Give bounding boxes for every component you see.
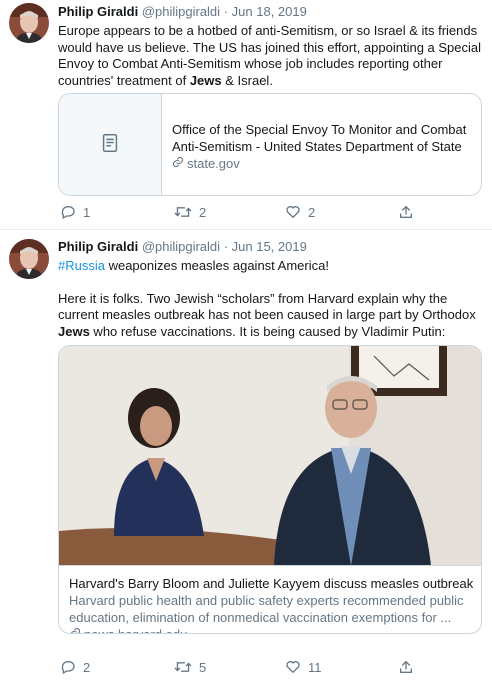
card-domain-text: news.harvard.edu bbox=[84, 626, 187, 633]
card-image bbox=[59, 346, 481, 566]
like-count: 2 bbox=[308, 204, 316, 220]
tweet-text: #Russia weaponizes measles against Ameri… bbox=[58, 258, 482, 340]
tweet-date[interactable]: Jun 18, 2019 bbox=[232, 4, 307, 19]
reply-count: 1 bbox=[83, 204, 91, 220]
bold-keyword: Jews bbox=[189, 72, 222, 88]
like-count: 11 bbox=[308, 659, 322, 675]
heart-icon bbox=[285, 204, 301, 220]
card-domain: state.gov bbox=[172, 155, 472, 172]
reply-icon bbox=[60, 659, 76, 675]
link-card[interactable]: Harvard's Barry Bloom and Juliette Kayye… bbox=[58, 345, 482, 634]
link-card[interactable]: Office of the Special Envoy To Monitor a… bbox=[58, 93, 482, 196]
tweet-text-part: & Israel. bbox=[221, 72, 273, 88]
tweet-actions: 2 5 11 bbox=[58, 659, 418, 679]
tweet-date[interactable]: Jun 15, 2019 bbox=[232, 239, 307, 254]
card-domain: news.harvard.edu bbox=[69, 626, 474, 633]
author-handle[interactable]: @philipgiraldi bbox=[142, 239, 220, 254]
tweet-text-part: weaponizes measles against America! bbox=[104, 258, 329, 273]
reply-icon bbox=[60, 204, 76, 220]
reply-button[interactable]: 1 bbox=[60, 204, 90, 220]
link-icon bbox=[172, 155, 184, 172]
tweet-header: Philip Giraldi @philipgiraldi · Jun 15, … bbox=[58, 239, 307, 254]
tweet-text-part: Here it is folks. Two Jewish “scholars” … bbox=[58, 290, 476, 323]
tweet-text-part: who refuse vaccinations. It is being cau… bbox=[89, 323, 446, 339]
share-icon bbox=[398, 659, 414, 675]
retweet-count: 2 bbox=[199, 204, 207, 220]
author-handle[interactable]: @philipgiraldi bbox=[142, 4, 220, 19]
share-icon bbox=[398, 204, 414, 220]
tweet-text: Europe appears to be a hotbed of anti-Se… bbox=[58, 23, 482, 89]
avatar[interactable] bbox=[9, 3, 49, 43]
retweet-button[interactable]: 2 bbox=[174, 204, 206, 220]
reply-count: 2 bbox=[83, 659, 91, 675]
author-name[interactable]: Philip Giraldi bbox=[58, 239, 138, 254]
card-description: Harvard public health and public safety … bbox=[69, 593, 464, 625]
reply-button[interactable]: 2 bbox=[60, 659, 90, 675]
tweet[interactable]: Philip Giraldi @philipgiraldi · Jun 15, … bbox=[0, 231, 492, 686]
avatar[interactable] bbox=[9, 239, 49, 279]
separator: · bbox=[223, 4, 229, 19]
retweet-icon bbox=[174, 204, 192, 220]
retweet-icon bbox=[174, 659, 192, 675]
hashtag-link[interactable]: #Russia bbox=[58, 258, 105, 273]
link-icon bbox=[69, 626, 81, 633]
tweet[interactable]: Philip Giraldi @philipgiraldi · Jun 18, … bbox=[0, 0, 492, 230]
separator: · bbox=[223, 239, 229, 254]
tweet-actions: 1 2 2 bbox=[58, 204, 418, 224]
retweet-count: 5 bbox=[199, 659, 207, 675]
like-button[interactable]: 2 bbox=[285, 204, 315, 220]
retweet-button[interactable]: 5 bbox=[174, 659, 206, 675]
card-domain-text: state.gov bbox=[187, 156, 240, 171]
document-icon bbox=[99, 132, 121, 157]
heart-icon bbox=[285, 659, 301, 675]
bold-keyword: Jews bbox=[58, 323, 90, 339]
card-title: Office of the Special Envoy To Monitor a… bbox=[172, 122, 467, 154]
author-name[interactable]: Philip Giraldi bbox=[58, 4, 138, 19]
share-button[interactable] bbox=[398, 659, 414, 675]
share-button[interactable] bbox=[398, 204, 414, 220]
card-title: Harvard's Barry Bloom and Juliette Kayye… bbox=[69, 576, 474, 591]
like-button[interactable]: 11 bbox=[285, 659, 322, 675]
tweet-header: Philip Giraldi @philipgiraldi · Jun 18, … bbox=[58, 4, 307, 19]
card-thumbnail bbox=[59, 94, 162, 195]
